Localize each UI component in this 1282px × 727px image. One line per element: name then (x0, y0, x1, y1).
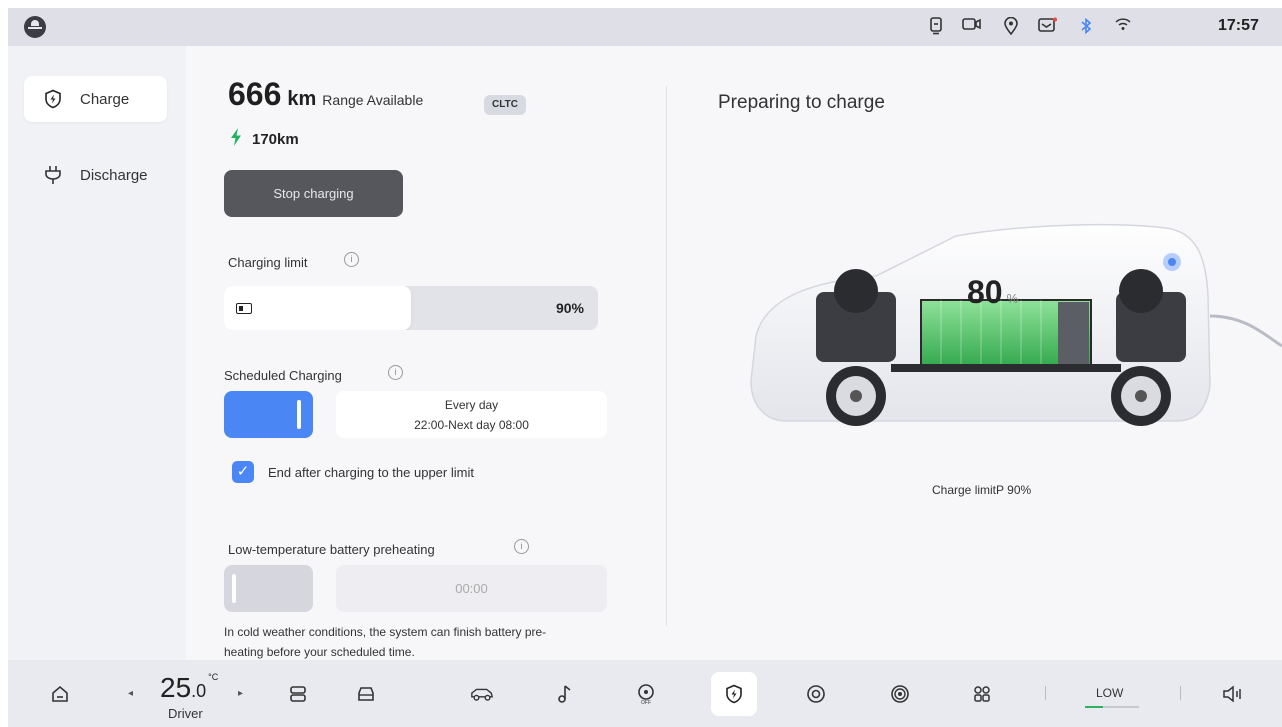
charge-shield-icon[interactable] (722, 682, 746, 706)
temperature-unit: °C (208, 672, 219, 682)
soc-value: 80 (967, 274, 1003, 310)
schedule-time-selector[interactable]: Every day 22:00-Next day 08:00 (336, 391, 607, 438)
end-after-limit-label: End after charging to the upper limit (268, 465, 474, 480)
scheduled-charging-label: Scheduled Charging (224, 368, 342, 383)
temperature-value: 25 (160, 672, 192, 703)
battery-icon (236, 303, 252, 314)
battery-percentage: 80% (967, 274, 1018, 311)
info-icon[interactable]: i (388, 365, 403, 380)
main-panel: Charge Discharge 666 km Range Available … (8, 46, 1282, 660)
bottom-dock: ◂ 25.0°C Driver ▸ OFF LOW (8, 660, 1282, 727)
preheat-note: In cold weather conditions, the system c… (224, 625, 547, 659)
ring-icon[interactable] (888, 682, 912, 706)
wifi-icon[interactable] (1113, 17, 1133, 37)
end-after-limit-checkbox[interactable]: ✓ (232, 461, 254, 483)
camera-icon[interactable] (962, 17, 982, 37)
temperature-zone-label: Driver (168, 706, 203, 721)
music-icon[interactable] (552, 682, 576, 706)
profile-icon[interactable] (24, 16, 46, 38)
charge-status-title: Preparing to charge (718, 92, 885, 113)
seat-heat-icon[interactable] (286, 682, 310, 706)
electric-range-value: 170km (252, 131, 299, 148)
range-display: 666 km Range Available (228, 76, 423, 113)
temperature-decimal: .0 (191, 681, 207, 701)
sidebar-item-charge[interactable]: Charge (24, 76, 167, 122)
range-value: 666 (228, 76, 282, 112)
info-icon[interactable]: i (344, 252, 359, 267)
cltc-badge: CLTC (484, 95, 526, 115)
scheduled-charging-toggle[interactable] (224, 391, 313, 438)
fan-speed-level (1085, 706, 1103, 708)
home-icon[interactable] (48, 682, 72, 706)
plug-icon (42, 164, 64, 186)
preheat-time[interactable]: 00:00 (336, 565, 607, 612)
volume-icon[interactable] (1220, 682, 1244, 706)
preheat-label: Low-temperature battery preheating (228, 542, 435, 557)
range-label: Range Available (322, 92, 424, 108)
fan-speed-label[interactable]: LOW (1096, 686, 1123, 700)
divider (1180, 686, 1181, 700)
soc-unit: % (1006, 291, 1019, 306)
temp-increase-icon[interactable]: ▸ (238, 688, 243, 699)
sidebar-item-discharge[interactable]: Discharge (24, 152, 167, 198)
temp-decrease-icon[interactable]: ◂ (128, 688, 133, 699)
target-icon[interactable] (804, 682, 828, 706)
status-bar: 17:57 (8, 8, 1282, 46)
app-frame: 17:57 Charge Discharge 666 km Range Avai… (8, 8, 1282, 727)
schedule-window: 22:00-Next day 08:00 (414, 418, 529, 432)
info-icon[interactable]: i (514, 539, 529, 554)
charging-limit-value: 90% (555, 300, 584, 316)
charge-shield-icon (42, 88, 64, 110)
bluetooth-icon[interactable] (1076, 17, 1096, 37)
svg-text:OFF: OFF (641, 700, 651, 706)
stop-charging-button[interactable]: Stop charging (224, 170, 403, 217)
sidebar-item-label: Charge (80, 90, 130, 108)
charge-limit-caption: Charge limitP 90% (932, 483, 1032, 497)
sidebar: Charge Discharge (8, 46, 186, 660)
divider (666, 86, 667, 626)
message-icon[interactable] (1038, 17, 1058, 37)
charge-content: 666 km Range Available CLTC 170km Stop c… (186, 46, 1282, 660)
temperature-display[interactable]: 25.0°C (160, 672, 218, 704)
sidebar-item-label: Discharge (80, 166, 148, 184)
location-icon[interactable] (1001, 16, 1021, 37)
electric-range: 170km (230, 128, 299, 151)
car-illustration (750, 223, 1282, 426)
fan-speed-bar (1085, 706, 1139, 708)
schedule-repeat: Every day (444, 398, 499, 412)
car-side-icon[interactable] (470, 682, 494, 706)
lightning-icon (230, 128, 242, 151)
phone-icon[interactable] (926, 17, 946, 37)
charging-limit-slider[interactable]: 90% (224, 286, 598, 330)
preheat-toggle[interactable] (224, 565, 313, 612)
apps-grid-icon[interactable] (970, 682, 994, 706)
car-front-icon[interactable] (354, 682, 378, 706)
charging-limit-label: Charging limit (228, 255, 308, 270)
steering-heat-off-icon[interactable]: OFF (634, 682, 658, 706)
front-axle (816, 269, 896, 426)
clock: 17:57 (1218, 17, 1259, 34)
divider (1045, 686, 1046, 700)
slider-fill (224, 286, 411, 330)
range-unit: km (287, 88, 317, 110)
